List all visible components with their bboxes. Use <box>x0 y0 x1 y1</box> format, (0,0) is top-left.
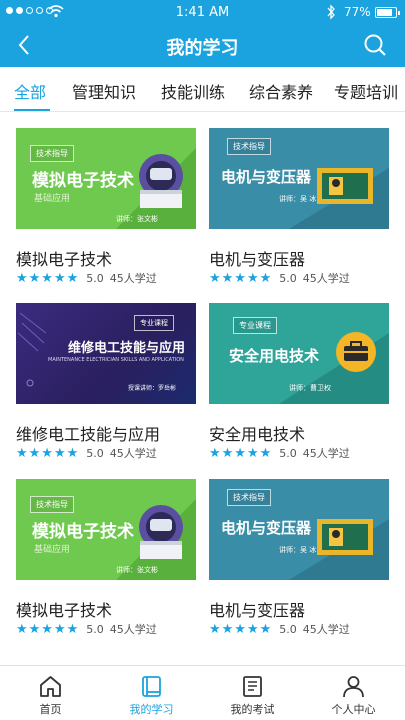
rating-score: 5.0 <box>86 622 104 636</box>
rating-score: 5.0 <box>86 446 104 460</box>
course-title[interactable]: 安全用电技术 <box>209 421 305 445</box>
star-rating-icon: ★★★★★ <box>16 621 80 637</box>
rating-score: 5.0 <box>86 271 104 285</box>
nav-my-learning-label: 我的学习 <box>129 703 174 716</box>
star-rating-icon: ★★★★★ <box>209 621 273 637</box>
monitor-illustration-icon <box>317 168 373 204</box>
tab-literacy[interactable]: 综合素养 <box>249 79 313 103</box>
nav-my-learning[interactable]: 我的学习 <box>101 666 202 720</box>
star-rating-icon: ★★★★★ <box>209 445 273 461</box>
course-rating: ★★★★★ 5.0 45人学过 <box>209 621 350 637</box>
book-icon <box>142 676 161 697</box>
battery-icon <box>375 7 400 18</box>
thumbnail-subtitle: 基础应用 <box>34 545 71 555</box>
star-rating-icon: ★★★★★ <box>16 270 80 286</box>
nav-home-label: 首页 <box>39 703 62 716</box>
course-rating: ★★★★★ 5.0 45人学过 <box>209 445 350 461</box>
lecturer-text: 讲师：吴 冰 <box>279 546 317 554</box>
course-title[interactable]: 模拟电子技术 <box>16 246 112 270</box>
course-rating: ★★★★★ 5.0 45人学过 <box>16 621 157 637</box>
status-bar: 1:41 AM 77% <box>0 0 405 24</box>
course-thumbnail[interactable]: 专业课程 安全用电技术 讲师：曹卫权 <box>209 303 389 404</box>
course-title[interactable]: 电机与变压器 <box>209 597 305 621</box>
thumbnail-subtitle: MAINTENANCE ELECTRICIAN SKILLS AND APPLI… <box>48 357 184 363</box>
nav-my-exam[interactable]: 我的考试 <box>202 666 303 720</box>
device-illustration-icon <box>139 154 183 208</box>
thumbnail-title: 模拟电子技术 <box>32 171 134 191</box>
course-tag: 专业课程 <box>134 315 174 331</box>
course-tag: 专业课程 <box>233 317 277 334</box>
tab-special[interactable]: 专题培训 <box>334 79 398 103</box>
learner-count: 45人学过 <box>109 623 157 636</box>
star-rating-icon: ★★★★★ <box>16 445 80 461</box>
bottom-nav: 首页 我的学习 我的考试 个人中心 <box>0 665 405 720</box>
person-icon <box>343 676 364 698</box>
tab-management[interactable]: 管理知识 <box>72 79 136 103</box>
lecturer-text: 讲师：吴 冰 <box>279 195 317 203</box>
battery-percent: 77% <box>344 5 371 19</box>
course-tag: 技术指导 <box>30 496 74 513</box>
learner-count: 45人学过 <box>302 623 350 636</box>
page-title: 我的学习 <box>166 38 239 59</box>
course-tag: 技术指导 <box>227 489 271 506</box>
tab-skills[interactable]: 技能训练 <box>161 79 225 103</box>
search-icon[interactable] <box>362 32 388 58</box>
tab-all[interactable]: 全部 <box>14 79 46 103</box>
star-rating-icon: ★★★★★ <box>209 270 273 286</box>
home-icon <box>40 676 61 697</box>
nav-my-exam-label: 我的考试 <box>230 703 275 716</box>
course-thumbnail[interactable]: 技术指导 模拟电子技术 基础应用 讲师：张文彬 <box>16 128 196 229</box>
bluetooth-icon <box>327 4 335 20</box>
nav-profile-label: 个人中心 <box>331 703 376 716</box>
thumbnail-title: 维修电工技能与应用 <box>68 341 186 356</box>
learner-count: 45人学过 <box>302 447 350 460</box>
course-tag: 技术指导 <box>30 145 74 162</box>
learner-count: 45人学过 <box>302 272 350 285</box>
top-bar: 1:41 AM 77% 我的学习 <box>0 0 405 67</box>
lecturer-text: 讲师：曹卫权 <box>289 384 331 392</box>
rating-score: 5.0 <box>279 446 297 460</box>
course-thumbnail[interactable]: 技术指导 电机与变压器 讲师：吴 冰 <box>209 128 389 229</box>
course-thumbnail[interactable]: 技术指导 模拟电子技术 基础应用 讲师：张文彬 <box>16 479 196 580</box>
course-thumbnail[interactable]: 专业课程 维修电工技能与应用 MAINTENANCE ELECTRICIAN S… <box>16 303 196 404</box>
learner-count: 45人学过 <box>109 447 157 460</box>
thumbnail-title: 模拟电子技术 <box>32 522 134 542</box>
course-title[interactable]: 维修电工技能与应用 <box>16 421 160 445</box>
lecturer-text: 授课讲师：罗岳彬 <box>128 385 177 392</box>
nav-home[interactable]: 首页 <box>0 666 101 720</box>
lecturer-text: 讲师：张文彬 <box>116 215 158 223</box>
app-header: 我的学习 <box>0 24 405 67</box>
course-rating: ★★★★★ 5.0 45人学过 <box>16 270 157 286</box>
thumbnail-title: 安全用电技术 <box>229 347 320 365</box>
course-tag: 技术指导 <box>227 138 271 155</box>
course-thumbnail[interactable]: 技术指导 电机与变压器 讲师：吴 冰 <box>209 479 389 580</box>
exam-icon <box>243 676 262 697</box>
device-illustration-icon <box>139 505 183 559</box>
course-rating: ★★★★★ 5.0 45人学过 <box>209 270 350 286</box>
toolbox-icon <box>336 332 376 372</box>
monitor-illustration-icon <box>317 519 373 555</box>
thumbnail-title: 电机与变压器 <box>221 168 312 186</box>
lecturer-text: 讲师：张文彬 <box>116 566 158 574</box>
active-tab-indicator <box>14 109 50 111</box>
nav-profile[interactable]: 个人中心 <box>303 666 404 720</box>
rating-score: 5.0 <box>279 271 297 285</box>
learner-count: 45人学过 <box>109 272 157 285</box>
thumbnail-title: 电机与变压器 <box>221 519 312 537</box>
thumbnail-subtitle: 基础应用 <box>34 194 71 204</box>
course-rating: ★★★★★ 5.0 45人学过 <box>16 445 157 461</box>
rating-score: 5.0 <box>279 622 297 636</box>
category-tabs: 全部 管理知识 技能训练 综合素养 专题培训 <box>0 67 405 112</box>
course-title[interactable]: 模拟电子技术 <box>16 597 112 621</box>
course-title[interactable]: 电机与变压器 <box>209 246 305 270</box>
